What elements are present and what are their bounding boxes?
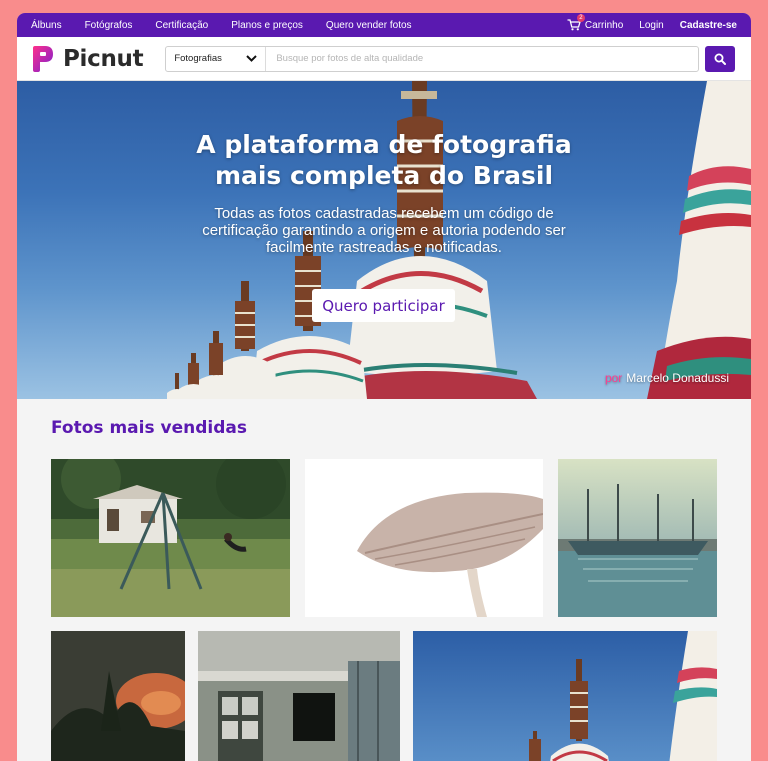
photo-card[interactable] [198, 631, 400, 761]
search-category-select[interactable]: Fotografias [166, 46, 267, 71]
login-link[interactable]: Login [639, 20, 663, 31]
photo-harbor-boats [558, 459, 717, 617]
search-category-value: Fotografias [174, 53, 222, 64]
quero-participar-button[interactable]: Quero participar [312, 289, 455, 322]
nav-item-vender[interactable]: Quero vender fotos [326, 20, 412, 31]
photo-mushroom [305, 459, 543, 617]
top-nav: Álbuns Fotógrafos Certificação Planos e … [17, 13, 751, 37]
hero-title: A plataforma de fotografia mais completa… [196, 130, 572, 190]
photo-credit-author[interactable]: Marcelo Donadussi [626, 371, 729, 385]
browser-page: Álbuns Fotógrafos Certificação Planos e … [17, 13, 751, 761]
cart-link[interactable]: 2 Carrinho [567, 14, 624, 31]
search-input[interactable] [266, 46, 699, 71]
logo[interactable]: Picnut [31, 45, 144, 73]
photo-card[interactable] [305, 459, 543, 617]
search-bar: Fotografias [165, 45, 700, 72]
photo-credit-prefix: por [604, 371, 623, 385]
photo-credit: por Marcelo Donadussi [605, 371, 729, 385]
top-nav-links: Álbuns Fotógrafos Certificação Planos e … [31, 20, 435, 31]
main-header: Picnut Fotografias [17, 37, 751, 81]
chevron-down-icon [246, 55, 258, 62]
hero-text: A plataforma de fotografia mais completa… [17, 129, 751, 256]
picnut-logo-icon [33, 45, 53, 72]
nav-item-fotografos[interactable]: Fotógrafos [85, 20, 133, 31]
cart-count-badge: 2 [576, 14, 585, 22]
search-icon [714, 53, 727, 65]
photo-card[interactable] [51, 631, 185, 761]
photo-card[interactable] [413, 631, 717, 761]
photo-card[interactable] [51, 459, 290, 617]
photo-station-interior [198, 631, 400, 761]
nav-item-albuns[interactable]: Álbuns [31, 20, 62, 31]
photo-field-swing [51, 459, 290, 617]
hero-subtitle: Todas as fotos cadastradas recebem um có… [202, 205, 566, 256]
photo-stupas-small [413, 631, 717, 761]
logo-text: Picnut [63, 45, 144, 72]
nav-item-planos[interactable]: Planos e preços [231, 20, 303, 31]
cart-label: Carrinho [584, 19, 624, 31]
photo-card[interactable] [558, 459, 717, 617]
signup-link[interactable]: Cadastre-se [680, 20, 737, 31]
top-nav-account: 2 Carrinho Login Cadastre-se [551, 14, 737, 31]
search-button[interactable] [705, 45, 735, 72]
section-title: Fotos mais vendidas [51, 418, 247, 438]
photo-sunset-trees [51, 631, 185, 761]
hero-banner: A plataforma de fotografia mais completa… [17, 81, 751, 399]
nav-item-certificacao[interactable]: Certificação [155, 20, 208, 31]
